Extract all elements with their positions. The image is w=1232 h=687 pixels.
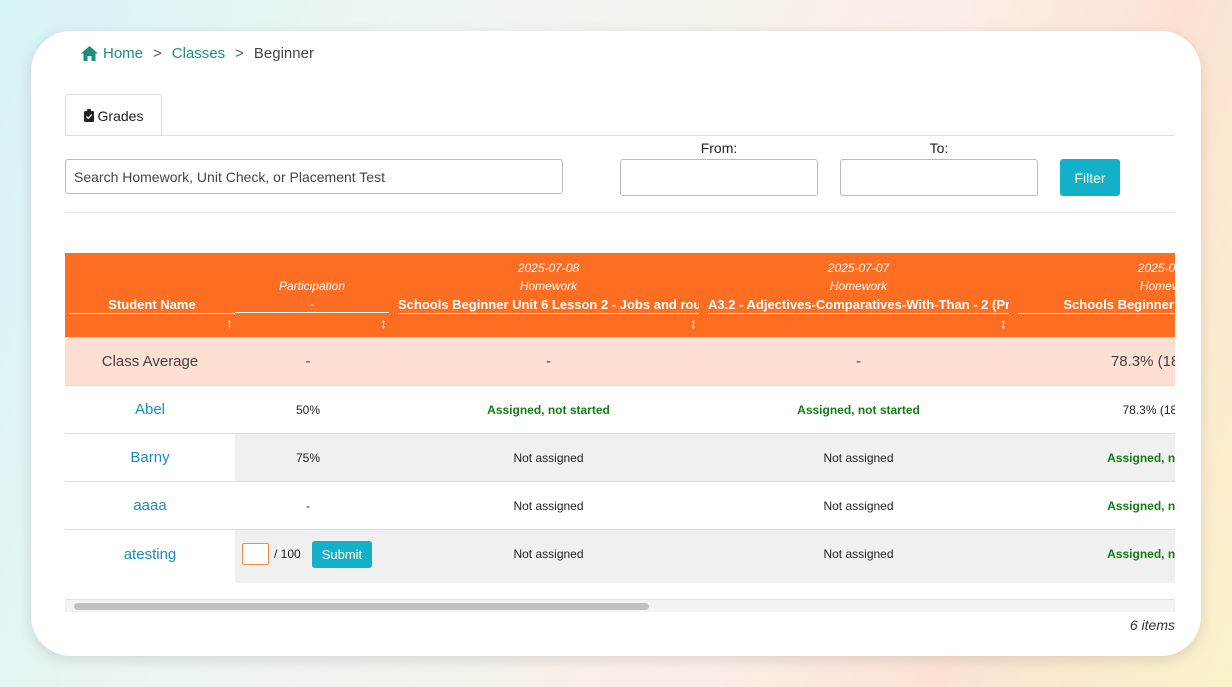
column-header-participation[interactable]: Participation - ↕ — [235, 253, 389, 337]
to-date-input[interactable] — [840, 159, 1038, 196]
table-row: Barny 75% Not assigned Not assigned Assi… — [65, 434, 1175, 482]
sort-icon[interactable]: ↑ — [226, 315, 233, 331]
to-label: To: — [929, 140, 949, 156]
participation-value: - — [306, 498, 310, 513]
filter-divider — [65, 212, 1175, 213]
sort-icon[interactable]: ↕ — [690, 315, 697, 331]
column-type: Homework — [519, 279, 578, 293]
tab-divider — [65, 135, 1175, 136]
horizontal-scrollbar[interactable] — [65, 599, 1175, 612]
status-text: Not assigned — [513, 547, 584, 561]
submit-button[interactable]: Submit — [311, 540, 373, 568]
table-row: aaaa - Not assigned Not assigned Assigne… — [65, 482, 1175, 530]
participation-input[interactable] — [242, 543, 269, 565]
column-label: Participation — [278, 279, 346, 293]
status-text: Assigned, not started — [1107, 450, 1175, 465]
class-average-label: Class Average — [101, 352, 199, 370]
status-text: Not assigned — [823, 547, 894, 561]
from-date-input[interactable] — [620, 159, 818, 196]
participation-value: 50% — [295, 402, 321, 417]
student-name-link[interactable]: atesting — [65, 530, 235, 578]
class-average-row: Class Average - - - 78.3% (18/23.00) — [65, 337, 1175, 386]
tab-grades-label: Grades — [97, 107, 144, 124]
grades-table: Student Name ↑ Participation - ↕ 2025-07… — [65, 253, 1175, 584]
average-value: 78.3% (18/23.00) — [1110, 352, 1175, 370]
filter-button[interactable]: Filter — [1060, 159, 1120, 196]
breadcrumb-classes-link[interactable]: Classes — [172, 45, 225, 62]
student-name-link[interactable]: aaaa — [65, 482, 235, 529]
participation-out-of: / 100 — [274, 547, 301, 561]
column-date: 2025-07-07 — [827, 261, 890, 275]
search-input[interactable] — [65, 159, 563, 194]
home-icon — [81, 46, 98, 61]
scrollbar-thumb[interactable] — [74, 603, 649, 610]
average-value: - — [305, 352, 311, 370]
column-type: Homework — [1139, 279, 1175, 293]
sort-icon[interactable]: ↕ — [1000, 315, 1007, 331]
participation-value: 75% — [295, 450, 321, 465]
column-header-homework[interactable]: 2025-07-06 Homework Schools Beginner Uni… — [1018, 253, 1175, 337]
grade-value: 78.3% (18/23.00) — [1122, 402, 1175, 417]
column-header-homework[interactable]: 2025-07-08 Homework Schools Beginner Uni… — [398, 253, 699, 337]
column-label: A3.2 - Adjectives-Comparatives-With-Than… — [708, 297, 1009, 314]
participation-editor: / 100 Submit — [235, 530, 398, 578]
from-label: From: — [700, 140, 738, 156]
breadcrumb-separator: > — [235, 45, 244, 62]
average-value: - — [546, 352, 551, 370]
status-text: Not assigned — [823, 498, 894, 513]
column-date: 2025-07-08 — [517, 261, 580, 275]
column-label: Student Name — [69, 297, 235, 314]
status-text: Assigned, not started — [487, 402, 610, 417]
status-text: Not assigned — [513, 450, 584, 465]
table-row: Abel 50% Assigned, not started Assigned,… — [65, 386, 1175, 434]
column-sub-label: - — [235, 297, 389, 313]
status-text: Not assigned — [513, 498, 584, 513]
table-row: atesting / 100 Submit Not assigned Not a… — [65, 530, 1175, 583]
breadcrumb: Home > Classes > Beginner — [81, 45, 314, 62]
column-label: Schools Beginner Unit 6 Lesson 1 — [1018, 297, 1175, 314]
status-text: Not assigned — [823, 450, 894, 465]
items-count: 6 items — [1129, 617, 1175, 633]
column-header-homework[interactable]: 2025-07-07 Homework A3.2 - Adjectives-Co… — [708, 253, 1009, 337]
clipboard-icon — [83, 109, 94, 122]
average-value: - — [856, 352, 861, 370]
table-header: Student Name ↑ Participation - ↕ 2025-07… — [65, 253, 1175, 337]
column-label: Schools Beginner Unit 6 Lesson 2 - Jobs … — [398, 297, 699, 314]
column-date: 2025-07-06 — [1137, 261, 1175, 275]
breadcrumb-current: Beginner — [253, 45, 314, 62]
status-text: Assigned, not started — [797, 402, 920, 417]
main-card: Home > Classes > Beginner Grades From: T… — [31, 31, 1201, 656]
sort-icon[interactable]: ↕ — [380, 315, 387, 331]
column-header-student-name[interactable]: Student Name ↑ — [69, 253, 235, 337]
column-type: Homework — [829, 279, 888, 293]
student-name-link[interactable]: Abel — [65, 386, 235, 433]
status-text: Assigned, not started — [1107, 547, 1175, 561]
student-name-link[interactable]: Barny — [65, 434, 235, 481]
breadcrumb-separator: > — [153, 45, 162, 62]
status-text: Assigned, not started — [1107, 498, 1175, 513]
breadcrumb-home-link[interactable]: Home — [103, 45, 143, 62]
tab-grades[interactable]: Grades — [65, 94, 162, 136]
